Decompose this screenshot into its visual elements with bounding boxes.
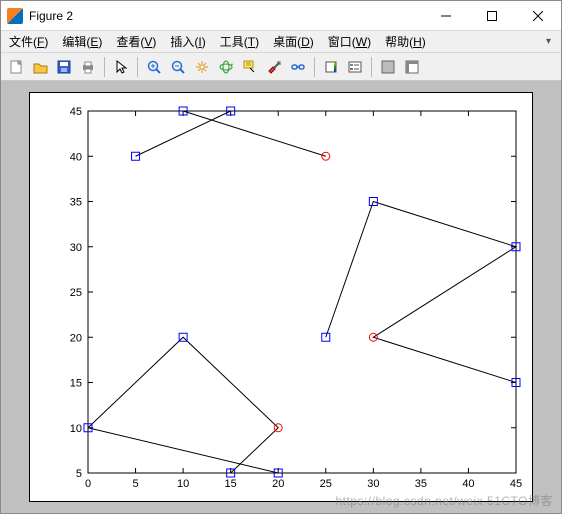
toolbar-separator bbox=[104, 57, 105, 77]
ytick-label: 10 bbox=[70, 423, 82, 435]
ytick-label: 40 bbox=[70, 151, 82, 163]
show-tools-icon bbox=[404, 59, 420, 75]
maximize-button[interactable] bbox=[469, 1, 515, 31]
ytick-label: 30 bbox=[70, 242, 82, 254]
axes-background: 05101520253035404551015202530354045 bbox=[29, 92, 533, 502]
xtick-label: 20 bbox=[272, 478, 284, 490]
xtick-label: 45 bbox=[510, 478, 522, 490]
xtick-label: 40 bbox=[462, 478, 474, 490]
tool-insert-colorbar[interactable] bbox=[320, 56, 342, 78]
menu-w[interactable]: 窗口(W) bbox=[324, 31, 375, 52]
xtick-label: 15 bbox=[225, 478, 237, 490]
ytick-label: 15 bbox=[70, 378, 82, 390]
titlebar: Figure 2 bbox=[1, 1, 561, 31]
tool-brush[interactable] bbox=[263, 56, 285, 78]
toolbar-overflow-icon[interactable]: ▾ bbox=[540, 36, 557, 47]
zoom-out-icon bbox=[170, 59, 186, 75]
tool-pan[interactable] bbox=[191, 56, 213, 78]
window-title: Figure 2 bbox=[29, 9, 423, 23]
minimize-icon bbox=[441, 11, 451, 21]
tool-show-tools[interactable] bbox=[401, 56, 423, 78]
menubar: 文件(F) 编辑(E) 查看(V) 插入(I) 工具(T) 桌面(D) 窗口(W) 帮助(H)… bbox=[1, 31, 561, 53]
menu-v[interactable]: 查看(V) bbox=[112, 31, 160, 52]
menu-t[interactable]: 工具(T) bbox=[216, 31, 263, 52]
ytick-label: 25 bbox=[70, 287, 82, 299]
xtick-label: 25 bbox=[320, 478, 332, 490]
menu-d[interactable]: 桌面(D) bbox=[269, 31, 318, 52]
tool-open-file[interactable] bbox=[29, 56, 51, 78]
xtick-label: 0 bbox=[85, 478, 91, 490]
toolbar-separator bbox=[314, 57, 315, 77]
menu-i[interactable]: 插入(I) bbox=[166, 31, 209, 52]
figure-canvas-area: 05101520253035404551015202530354045 http… bbox=[1, 81, 561, 513]
tool-rotate3d[interactable] bbox=[215, 56, 237, 78]
brush-icon bbox=[266, 59, 282, 75]
xtick-label: 35 bbox=[415, 478, 427, 490]
rotate3d-icon bbox=[218, 59, 234, 75]
zoom-in-icon bbox=[146, 59, 162, 75]
xtick-label: 30 bbox=[367, 478, 379, 490]
figure-window: Figure 2 文件(F) 编辑(E) 查看(V) 插入(I) 工具(T) 桌面(D) 窗… bbox=[0, 0, 562, 514]
save-icon bbox=[56, 59, 72, 75]
tool-link-data[interactable] bbox=[287, 56, 309, 78]
insert-colorbar-icon bbox=[323, 59, 339, 75]
menu-f[interactable]: 文件(F) bbox=[5, 31, 52, 52]
tool-zoom-out[interactable] bbox=[167, 56, 189, 78]
maximize-icon bbox=[487, 11, 497, 21]
xtick-label: 5 bbox=[132, 478, 138, 490]
data-cursor-icon bbox=[242, 59, 258, 75]
close-button[interactable] bbox=[515, 1, 561, 31]
menu-h[interactable]: 帮助(H) bbox=[381, 31, 430, 52]
tool-hide-tools[interactable] bbox=[377, 56, 399, 78]
insert-legend-icon bbox=[347, 59, 363, 75]
toolbar-separator bbox=[371, 57, 372, 77]
tool-pointer[interactable] bbox=[110, 56, 132, 78]
tool-print[interactable] bbox=[77, 56, 99, 78]
pan-icon bbox=[194, 59, 210, 75]
ytick-label: 35 bbox=[70, 197, 82, 209]
tool-data-cursor[interactable] bbox=[239, 56, 261, 78]
pointer-icon bbox=[113, 59, 129, 75]
toolbar-separator bbox=[137, 57, 138, 77]
toolbar bbox=[1, 53, 561, 81]
axes[interactable]: 05101520253035404551015202530354045 bbox=[30, 93, 534, 503]
ytick-label: 45 bbox=[70, 106, 82, 118]
open-file-icon bbox=[32, 59, 48, 75]
tool-zoom-in[interactable] bbox=[143, 56, 165, 78]
axes-box bbox=[88, 111, 516, 473]
close-icon bbox=[533, 11, 543, 21]
hide-tools-icon bbox=[380, 59, 396, 75]
print-icon bbox=[80, 59, 96, 75]
tool-new-figure[interactable] bbox=[5, 56, 27, 78]
ytick-label: 20 bbox=[70, 332, 82, 344]
ytick-label: 5 bbox=[76, 468, 82, 480]
xtick-label: 10 bbox=[177, 478, 189, 490]
link-data-icon bbox=[290, 59, 306, 75]
tool-insert-legend[interactable] bbox=[344, 56, 366, 78]
tool-save[interactable] bbox=[53, 56, 75, 78]
menu-e[interactable]: 编辑(E) bbox=[58, 31, 106, 52]
new-figure-icon bbox=[8, 59, 24, 75]
minimize-button[interactable] bbox=[423, 1, 469, 31]
matlab-icon bbox=[7, 8, 23, 24]
